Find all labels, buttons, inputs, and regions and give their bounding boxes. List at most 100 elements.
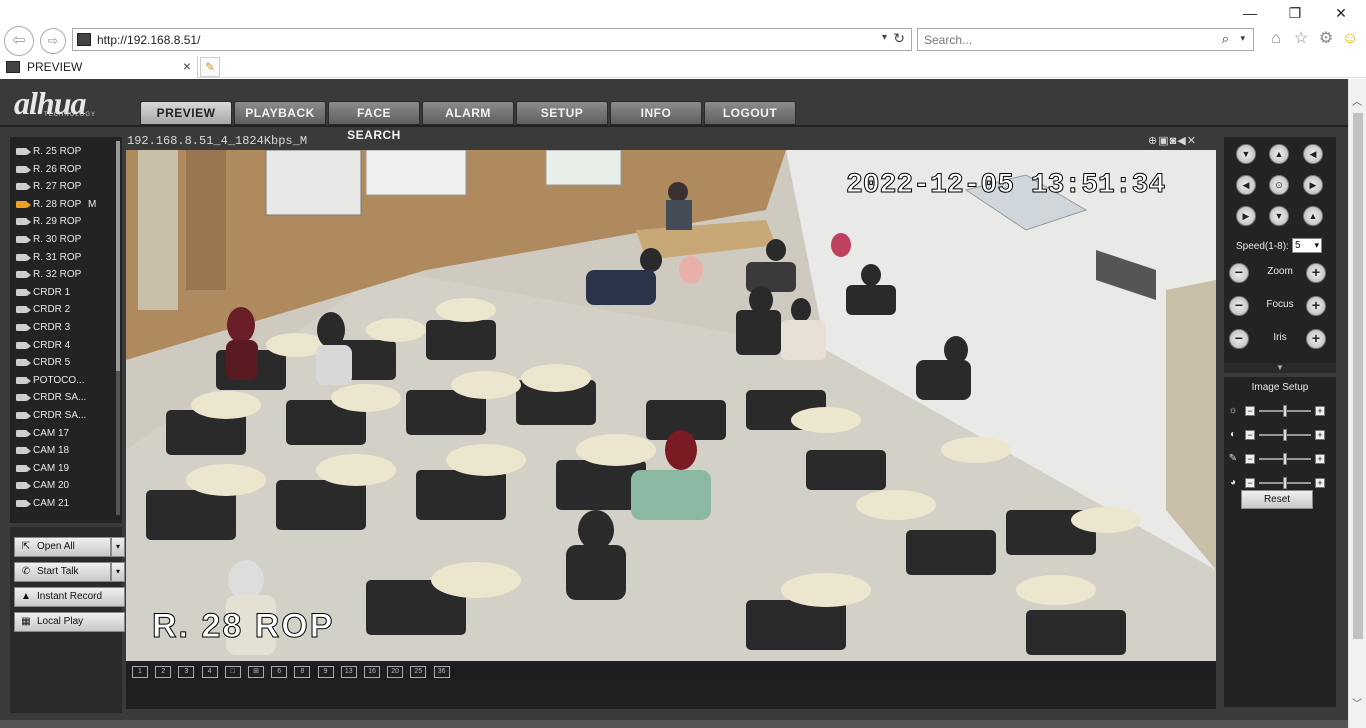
channel-item[interactable]: CAM 21 xyxy=(10,495,114,513)
channel-item[interactable]: CAM 17 xyxy=(10,425,114,443)
brightness-plus-button[interactable]: + xyxy=(1315,406,1325,416)
restore-icon[interactable]: ❐ xyxy=(1280,2,1310,24)
layout-button[interactable]: 6 xyxy=(271,666,288,678)
channel-item[interactable]: R. 30 ROP xyxy=(10,231,114,249)
scroll-down-icon[interactable]: ﹀ xyxy=(1352,695,1362,710)
nav-preview[interactable]: PREVIEW xyxy=(140,101,232,125)
layout-button[interactable]: 36 xyxy=(433,666,450,678)
address-field[interactable]: http://192.168.8.51/ ▾ ↻ xyxy=(72,28,912,51)
start-talk-dropdown[interactable]: ▾ xyxy=(111,562,125,582)
saturation-minus-button[interactable]: − xyxy=(1245,454,1255,464)
saturation-plus-button[interactable]: + xyxy=(1315,454,1325,464)
contrast-slider[interactable] xyxy=(1283,429,1287,441)
brightness-slider[interactable] xyxy=(1283,405,1287,417)
layout-button[interactable]: 25 xyxy=(410,666,427,678)
channel-scrollbar-thumb[interactable] xyxy=(116,141,120,371)
browser-scroll-thumb[interactable] xyxy=(1353,113,1363,639)
nav-alarm[interactable]: ALARM xyxy=(422,101,514,125)
brightness-minus-button[interactable]: − xyxy=(1245,406,1255,416)
search-dropdown-icon[interactable]: ▾ xyxy=(1240,33,1245,44)
layout-button[interactable]: ⊞ xyxy=(248,666,264,678)
ptz-down-icon[interactable]: ▼ xyxy=(1269,206,1289,226)
channel-item[interactable]: CRDR 4 xyxy=(10,337,114,355)
zoom-in-button[interactable]: + xyxy=(1306,263,1326,283)
ptz-up-icon[interactable]: ▲ xyxy=(1269,144,1289,164)
hue-minus-button[interactable]: − xyxy=(1245,478,1255,488)
channel-item[interactable]: CAM 20 xyxy=(10,477,114,495)
ptz-up-right-icon[interactable]: ◀ xyxy=(1303,144,1323,164)
scroll-up-icon[interactable]: ︿ xyxy=(1352,93,1362,108)
focus-in-button[interactable]: + xyxy=(1306,296,1326,316)
nav-info[interactable]: INFO xyxy=(610,101,702,125)
layout-button[interactable]: □ xyxy=(224,666,241,678)
layout-button[interactable]: 1 xyxy=(132,666,148,678)
forward-button[interactable]: ⇨ xyxy=(40,28,66,54)
layout-button[interactable]: 13 xyxy=(340,666,357,678)
search-icon[interactable]: ⌕ xyxy=(1222,31,1229,47)
hue-plus-button[interactable]: + xyxy=(1315,478,1325,488)
layout-button[interactable]: 2 xyxy=(155,666,172,678)
layout-button[interactable]: 9 xyxy=(317,666,334,678)
instant-record-button[interactable]: ▲ Instant Record xyxy=(14,587,125,607)
video-feed[interactable]: 2022-12-05 13:51:34 R. 28 ROP xyxy=(126,150,1216,661)
snapshot-icon[interactable]: ▣ xyxy=(1158,135,1169,147)
channel-item[interactable]: POTOCO... xyxy=(10,372,114,390)
iris-open-button[interactable]: + xyxy=(1306,329,1326,349)
iris-close-button[interactable]: − xyxy=(1229,329,1249,349)
channel-item[interactable]: R. 29 ROP xyxy=(10,213,114,231)
channel-item[interactable]: CAM 18 xyxy=(10,442,114,460)
channel-item[interactable]: R. 31 ROP xyxy=(10,249,114,267)
ptz-center-icon[interactable]: ⊙ xyxy=(1269,175,1289,195)
back-button[interactable]: ⇦ xyxy=(4,26,34,56)
ptz-left-icon[interactable]: ◀ xyxy=(1236,175,1256,195)
layout-button[interactable]: 16 xyxy=(364,666,380,678)
refresh-icon[interactable]: ↻ xyxy=(893,30,905,47)
start-talk-button[interactable]: ✆ Start Talk xyxy=(14,562,111,582)
nav-face-search[interactable]: FACE SEARCH xyxy=(328,101,420,142)
zoom-out-button[interactable]: − xyxy=(1229,263,1249,283)
close-window-icon[interactable]: ✕ xyxy=(1326,2,1356,24)
saturation-slider[interactable] xyxy=(1283,453,1287,465)
ptz-collapse-icon[interactable]: ▼ xyxy=(1224,363,1336,373)
nav-logout[interactable]: LOGOUT xyxy=(704,101,796,125)
ptz-down-right-icon[interactable]: ▲ xyxy=(1303,206,1323,226)
feedback-smiley-icon[interactable]: ☺ xyxy=(1340,29,1360,49)
favorites-star-icon[interactable]: ☆ xyxy=(1291,29,1311,49)
contrast-plus-button[interactable]: + xyxy=(1315,430,1325,440)
local-play-button[interactable]: ▦ Local Play xyxy=(14,612,125,632)
channel-item[interactable]: R. 25 ROP xyxy=(10,143,114,161)
ptz-right-icon[interactable]: ▶ xyxy=(1303,175,1323,195)
channel-item[interactable]: CRDR SA... xyxy=(10,389,114,407)
search-input[interactable] xyxy=(924,32,1204,48)
tab-close-icon[interactable]: × xyxy=(183,58,191,74)
channel-item[interactable]: R. 26 ROP xyxy=(10,161,114,179)
layout-button[interactable]: 4 xyxy=(201,666,218,678)
new-tab-button[interactable]: ✎ xyxy=(200,57,220,77)
speed-select[interactable]: 5 xyxy=(1292,238,1322,253)
channel-item[interactable]: R. 27 ROP xyxy=(10,178,114,196)
open-all-button[interactable]: ⇱ Open All xyxy=(14,537,111,557)
minimize-icon[interactable]: — xyxy=(1235,2,1265,24)
reset-button[interactable]: Reset xyxy=(1241,490,1313,509)
browser-search-box[interactable]: ⌕ ▾ xyxy=(917,28,1254,51)
channel-scrollbar[interactable] xyxy=(116,141,120,515)
nav-setup[interactable]: SETUP xyxy=(516,101,608,125)
browser-scrollbar[interactable]: ︿ ﹀ xyxy=(1348,79,1366,728)
address-dropdown-icon[interactable]: ▾ xyxy=(882,32,887,43)
channel-item[interactable]: R. 28 ROP M xyxy=(10,196,114,214)
channel-item[interactable]: CRDR SA... xyxy=(10,407,114,425)
channel-item[interactable]: CRDR 1 xyxy=(10,284,114,302)
close-video-icon[interactable]: ✕ xyxy=(1187,135,1197,147)
focus-out-button[interactable]: − xyxy=(1229,296,1249,316)
audio-icon[interactable]: ◀ xyxy=(1177,135,1186,147)
open-all-dropdown[interactable]: ▾ xyxy=(111,537,125,557)
tab-preview[interactable]: PREVIEW × xyxy=(0,56,198,78)
nav-playback[interactable]: PLAYBACK xyxy=(234,101,326,125)
contrast-minus-button[interactable]: − xyxy=(1245,430,1255,440)
channel-item[interactable]: R. 32 ROP xyxy=(10,266,114,284)
layout-button[interactable]: 8 xyxy=(294,666,311,678)
layout-button[interactable]: 20 xyxy=(387,666,404,678)
channel-item[interactable]: CRDR 2 xyxy=(10,301,114,319)
home-icon[interactable]: ⌂ xyxy=(1266,29,1286,49)
layout-button[interactable]: 3 xyxy=(178,666,195,678)
